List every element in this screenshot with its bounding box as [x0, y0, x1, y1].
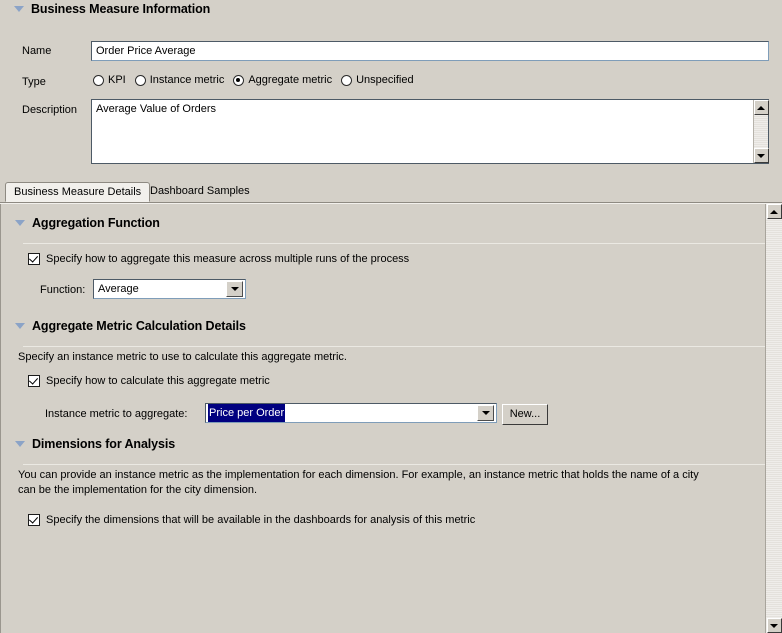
- business-measure-information-panel: Business Measure Information Name Type K…: [0, 0, 782, 176]
- page-title: Business Measure Information: [31, 2, 210, 16]
- tab-bar: Business Measure Details Dashboard Sampl…: [0, 182, 782, 203]
- aggregation-function-title: Aggregation Function: [32, 216, 160, 230]
- description-text[interactable]: Average Value of Orders: [92, 100, 753, 163]
- radio-circle-icon: [135, 75, 146, 86]
- triangle-down-icon[interactable]: [15, 441, 25, 447]
- type-label: Type: [22, 76, 46, 88]
- scroll-up-icon[interactable]: [767, 204, 782, 219]
- name-label: Name: [22, 45, 51, 57]
- aggregate-calculation-intro: Specify an instance metric to use to cal…: [18, 350, 347, 365]
- radio-unspecified-label: Unspecified: [356, 74, 413, 86]
- scroll-up-icon[interactable]: [754, 100, 769, 115]
- instance-metric-combobox-value: Price per Order: [208, 404, 285, 422]
- dimensions-intro-line2: can be the implementation for the city d…: [18, 483, 257, 498]
- radio-instance-metric[interactable]: Instance metric: [135, 74, 225, 86]
- checkbox-checked-icon: [28, 253, 40, 265]
- checkbox-specify-calculate-label: Specify how to calculate this aggregate …: [46, 375, 270, 387]
- function-combobox[interactable]: Average: [93, 279, 246, 299]
- description-label: Description: [22, 104, 77, 116]
- panel-vertical-scrollbar[interactable]: [765, 204, 782, 633]
- checkbox-checked-icon: [28, 514, 40, 526]
- radio-kpi[interactable]: KPI: [93, 74, 126, 86]
- instance-metric-label: Instance metric to aggregate:: [45, 408, 187, 420]
- radio-circle-selected-icon: [233, 75, 244, 86]
- instance-metric-combobox[interactable]: Price per Order: [205, 403, 497, 423]
- checkbox-specify-aggregate-label: Specify how to aggregate this measure ac…: [46, 253, 409, 265]
- business-measure-information-header[interactable]: Business Measure Information: [0, 2, 210, 16]
- radio-unspecified[interactable]: Unspecified: [341, 74, 413, 86]
- radio-circle-icon: [93, 75, 104, 86]
- radio-kpi-label: KPI: [108, 74, 126, 86]
- checkbox-checked-icon: [28, 375, 40, 387]
- radio-aggregate-metric[interactable]: Aggregate metric: [233, 74, 332, 86]
- checkbox-specify-aggregate[interactable]: Specify how to aggregate this measure ac…: [28, 253, 409, 265]
- new-instance-metric-button[interactable]: New...: [502, 404, 548, 425]
- function-label: Function:: [40, 284, 85, 296]
- dimensions-intro-line1: You can provide an instance metric as th…: [18, 468, 699, 483]
- triangle-down-icon[interactable]: [14, 6, 24, 12]
- type-radio-group: KPI Instance metric Aggregate metric Uns…: [93, 74, 423, 86]
- triangle-down-icon[interactable]: [15, 323, 25, 329]
- scrollbar-track[interactable]: [754, 115, 768, 148]
- checkbox-specify-dimensions-label: Specify the dimensions that will be avai…: [46, 514, 475, 526]
- name-input[interactable]: [91, 41, 769, 61]
- section-divider: [23, 243, 765, 244]
- chevron-down-icon[interactable]: [477, 405, 494, 421]
- tab-business-measure-details[interactable]: Business Measure Details: [5, 182, 150, 202]
- description-field[interactable]: Average Value of Orders: [91, 99, 769, 164]
- checkbox-specify-dimensions[interactable]: Specify the dimensions that will be avai…: [28, 514, 475, 526]
- aggregation-function-header[interactable]: Aggregation Function: [1, 216, 160, 230]
- description-scrollbar[interactable]: [753, 100, 768, 163]
- radio-aggregate-metric-label: Aggregate metric: [248, 74, 332, 86]
- aggregate-metric-calculation-title: Aggregate Metric Calculation Details: [32, 319, 246, 333]
- scroll-down-icon[interactable]: [767, 618, 782, 633]
- panel-content: Aggregation Function Specify how to aggr…: [0, 204, 765, 633]
- dimensions-for-analysis-title: Dimensions for Analysis: [32, 437, 175, 451]
- scroll-down-icon[interactable]: [754, 148, 769, 163]
- triangle-down-icon[interactable]: [15, 220, 25, 226]
- function-combobox-value: Average: [94, 280, 226, 298]
- chevron-down-icon[interactable]: [226, 281, 243, 297]
- checkbox-specify-calculate[interactable]: Specify how to calculate this aggregate …: [28, 375, 270, 387]
- section-divider: [23, 464, 765, 465]
- tab-dashboard-samples[interactable]: Dashboard Samples: [142, 182, 258, 202]
- radio-circle-icon: [341, 75, 352, 86]
- aggregate-metric-calculation-header[interactable]: Aggregate Metric Calculation Details: [1, 319, 246, 333]
- section-divider: [23, 346, 765, 347]
- radio-instance-metric-label: Instance metric: [150, 74, 225, 86]
- dimensions-for-analysis-header[interactable]: Dimensions for Analysis: [1, 437, 175, 451]
- scrollbar-track[interactable]: [766, 219, 782, 618]
- business-measure-details-panel: Aggregation Function Specify how to aggr…: [0, 203, 782, 633]
